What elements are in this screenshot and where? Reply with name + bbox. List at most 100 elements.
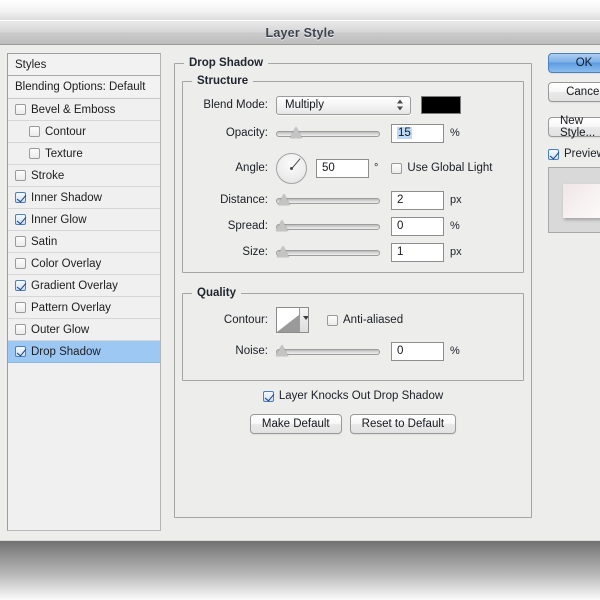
checkbox-box: [262, 390, 274, 402]
effect-row[interactable]: Contour: [8, 121, 160, 143]
checkbox-box[interactable]: [15, 104, 26, 115]
angle-value: 50: [322, 162, 335, 174]
distance-slider[interactable]: [276, 192, 380, 208]
size-slider[interactable]: [276, 244, 380, 260]
size-unit: px: [450, 246, 462, 258]
styles-panel-header[interactable]: Styles: [8, 54, 160, 76]
checkbox-box[interactable]: [15, 346, 26, 357]
distance-unit: px: [450, 194, 462, 206]
effect-row[interactable]: Stroke: [8, 165, 160, 187]
distance-slider-track: [276, 198, 380, 204]
chevron-updown-icon: [397, 99, 404, 112]
effect-label: Drop Shadow: [31, 345, 101, 358]
shadow-color-swatch[interactable]: [421, 96, 461, 114]
preview-label: Preview: [564, 148, 600, 160]
default-buttons-row: Make Default Reset to Default: [172, 414, 534, 434]
checkbox-box[interactable]: [15, 236, 26, 247]
size-slider-thumb[interactable]: [276, 246, 289, 257]
distance-label: Distance:: [220, 194, 268, 206]
contour-preset-picker[interactable]: [276, 307, 309, 333]
checkbox-box: [548, 148, 559, 160]
checkbox-box[interactable]: [15, 258, 26, 269]
opacity-slider[interactable]: [276, 125, 380, 141]
checkbox-box[interactable]: [15, 214, 26, 225]
dialog-titlebar[interactable]: Layer Style: [0, 20, 600, 45]
blend-mode-select[interactable]: Multiply: [276, 95, 411, 115]
preview-checkbox[interactable]: Preview: [548, 148, 600, 160]
distance-row: Distance: 2 px: [188, 190, 518, 210]
screen: Layer Style Styles Blending Options: Def…: [0, 0, 600, 600]
blend-mode-row: Blend Mode: Multiply: [188, 95, 518, 115]
checkbox-box[interactable]: [15, 280, 26, 291]
blending-options-row[interactable]: Blending Options: Default: [8, 76, 160, 99]
angle-dial-hub: [290, 166, 293, 170]
spread-value: 0: [397, 220, 404, 232]
opacity-label: Opacity:: [225, 127, 268, 139]
noise-unit: %: [450, 345, 460, 357]
checkbox-box[interactable]: [29, 126, 40, 137]
effect-row[interactable]: Pattern Overlay: [8, 297, 160, 319]
ok-button[interactable]: OK: [548, 53, 600, 73]
opacity-input[interactable]: 15: [391, 123, 444, 143]
layer-style-dialog: Layer Style Styles Blending Options: Def…: [0, 20, 600, 540]
contour-dropdown-arrow-icon[interactable]: [299, 308, 308, 332]
spread-slider-thumb[interactable]: [276, 220, 288, 231]
preview-swatch: [563, 184, 600, 218]
size-input[interactable]: 1: [391, 242, 444, 262]
effect-row[interactable]: Inner Shadow: [8, 187, 160, 209]
opacity-slider-thumb[interactable]: [289, 127, 302, 138]
effect-row[interactable]: Satin: [8, 231, 160, 253]
effect-row[interactable]: Gradient Overlay: [8, 275, 160, 297]
opacity-value: 15: [397, 127, 412, 139]
effect-label: Inner Shadow: [31, 191, 102, 204]
desktop-backdrop-top: [0, 0, 600, 20]
contour-row: Contour: Anti-aliased: [188, 306, 518, 334]
checkbox-box[interactable]: [29, 148, 40, 159]
effect-label: Contour: [45, 125, 86, 138]
noise-input[interactable]: 0: [391, 341, 444, 361]
knockout-row: Layer Knocks Out Drop Shadow: [172, 390, 534, 402]
effect-row[interactable]: Outer Glow: [8, 319, 160, 341]
new-style-button[interactable]: New Style...: [548, 115, 600, 139]
effect-label: Texture: [45, 147, 83, 160]
effect-label: Color Overlay: [31, 257, 102, 270]
effect-row[interactable]: Inner Glow: [8, 209, 160, 231]
blend-mode-label: Blend Mode:: [203, 99, 268, 111]
checkbox-box[interactable]: [15, 192, 26, 203]
spread-slider[interactable]: [276, 218, 380, 234]
anti-aliased-label: Anti-aliased: [343, 314, 404, 326]
reset-to-default-button[interactable]: Reset to Default: [349, 414, 457, 434]
noise-slider-thumb[interactable]: [276, 345, 288, 356]
checkbox-box[interactable]: [15, 302, 26, 313]
cancel-button[interactable]: Cancel: [548, 82, 600, 102]
angle-input[interactable]: 50: [316, 158, 369, 178]
spread-unit: %: [450, 220, 460, 232]
effect-label: Satin: [31, 235, 58, 248]
blending-options-label: Blending Options: Default: [15, 81, 146, 93]
effect-row[interactable]: Color Overlay: [8, 253, 160, 275]
distance-value: 2: [397, 194, 404, 206]
noise-slider-track: [276, 349, 380, 355]
layer-knocks-out-checkbox[interactable]: Layer Knocks Out Drop Shadow: [262, 390, 443, 402]
effect-label: Stroke: [31, 169, 65, 182]
spread-label: Spread:: [227, 220, 268, 232]
noise-slider[interactable]: [276, 343, 380, 359]
checkbox-box[interactable]: [15, 324, 26, 335]
make-default-button[interactable]: Make Default: [249, 414, 342, 434]
opacity-unit: %: [450, 127, 460, 139]
distance-slider-thumb[interactable]: [277, 194, 290, 205]
effect-label: Bevel & Emboss: [31, 103, 116, 116]
effect-row[interactable]: Bevel & Emboss: [8, 99, 160, 121]
checkbox-box[interactable]: [15, 170, 26, 181]
effect-row[interactable]: Texture: [8, 143, 160, 165]
dialog-actions: OK Cancel New Style... Preview: [548, 53, 600, 233]
effect-row[interactable]: Drop Shadow: [8, 341, 160, 363]
spread-input[interactable]: 0: [391, 216, 444, 236]
effect-label: Outer Glow: [31, 323, 90, 336]
angle-dial[interactable]: [276, 152, 307, 184]
noise-value: 0: [397, 345, 404, 357]
anti-aliased-checkbox[interactable]: Anti-aliased: [327, 314, 403, 326]
effects-list: Bevel & Emboss Contour Texture Stroke Inner …: [8, 99, 160, 363]
distance-input[interactable]: 2: [391, 190, 444, 210]
use-global-light-checkbox[interactable]: Use Global Light: [391, 162, 492, 174]
